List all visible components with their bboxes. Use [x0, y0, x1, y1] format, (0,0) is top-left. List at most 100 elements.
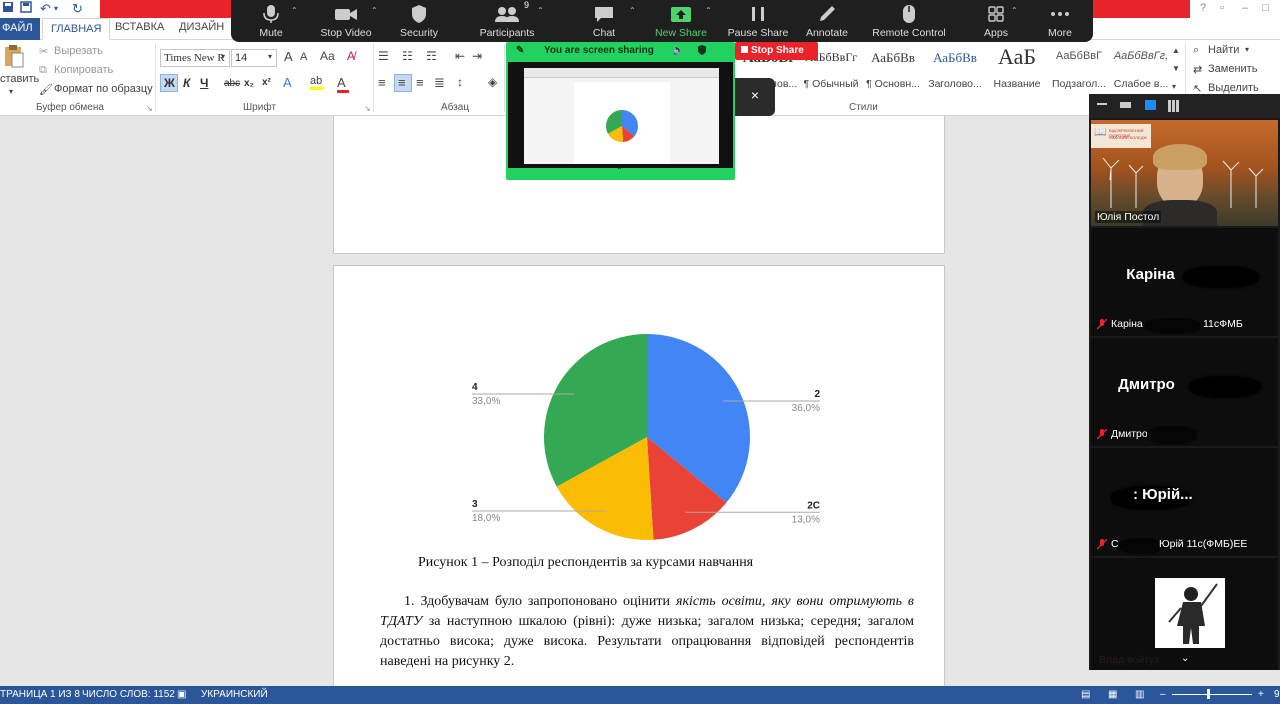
- more-styles-icon[interactable]: ▾: [1172, 82, 1176, 91]
- tab-insert[interactable]: ВСТАВКА: [115, 21, 164, 33]
- chevron-up-icon[interactable]: ⌃: [1011, 6, 1018, 15]
- tab-home[interactable]: ГЛАВНАЯ: [42, 18, 111, 40]
- save-icon[interactable]: [20, 1, 32, 16]
- chevron-up-icon[interactable]: ⌃: [371, 6, 378, 15]
- chevron-down-icon[interactable]: ▾: [221, 52, 225, 61]
- tab-design[interactable]: ДИЗАЙН: [179, 21, 224, 33]
- multilevel-list-icon[interactable]: ☶: [426, 49, 437, 63]
- chevron-down-icon[interactable]: ▾: [54, 4, 58, 13]
- numbering-icon[interactable]: ☷: [402, 49, 413, 63]
- apps-button[interactable]: ⌃ Apps: [975, 0, 1018, 42]
- underline-button[interactable]: Ч: [200, 76, 208, 90]
- copy-button[interactable]: Копировать: [54, 64, 113, 76]
- language-status[interactable]: УКРАИНСКИЙ: [201, 689, 268, 700]
- style-title[interactable]: АаБ Название: [986, 44, 1048, 92]
- format-painter-button[interactable]: Формат по образцу: [54, 83, 153, 95]
- increase-indent-icon[interactable]: ⇥: [472, 49, 482, 63]
- font-name-box[interactable]: Times New R: [160, 49, 230, 67]
- replace-button[interactable]: Заменить: [1208, 63, 1257, 75]
- minimize-icon[interactable]: –: [1242, 2, 1248, 14]
- zoom-in-icon[interactable]: +: [1258, 689, 1264, 700]
- participant-tile[interactable]: Дмитро Дмитро: [1091, 338, 1278, 446]
- zoom-slider[interactable]: [1172, 694, 1252, 695]
- participants-button[interactable]: 9 ⌃ Participants: [471, 0, 544, 42]
- strip-view-icon[interactable]: [1145, 100, 1156, 110]
- zoom-level[interactable]: 9: [1274, 689, 1280, 700]
- style-heading-1[interactable]: АаБбВв Заголово...: [924, 44, 986, 92]
- chevron-up-icon[interactable]: ⌃: [291, 6, 298, 15]
- print-layout-icon[interactable]: ▦: [1108, 689, 1117, 700]
- zoom-slider-thumb[interactable]: [1207, 689, 1210, 699]
- minimize-icon[interactable]: [1097, 103, 1107, 105]
- pin-icon[interactable]: ✎: [516, 45, 524, 56]
- zoom-out-icon[interactable]: –: [1160, 689, 1166, 700]
- subscript-button[interactable]: x₂: [244, 78, 254, 89]
- select-button[interactable]: Выделить: [1208, 82, 1259, 94]
- italic-button[interactable]: К: [183, 76, 190, 90]
- replace-icon[interactable]: ⇄: [1193, 63, 1202, 76]
- chevron-up-icon[interactable]: ⌃: [629, 6, 636, 15]
- speaker-view-icon[interactable]: [1120, 102, 1131, 108]
- speaker-icon[interactable]: 🔈: [672, 45, 684, 56]
- pause-share-button[interactable]: Pause Share: [725, 0, 791, 42]
- mute-button[interactable]: ⌃ Mute: [247, 0, 298, 42]
- paste-icon[interactable]: [3, 44, 25, 71]
- bold-button[interactable]: Ж: [164, 76, 175, 90]
- read-mode-icon[interactable]: ▤: [1081, 689, 1090, 700]
- security-button[interactable]: Security: [391, 0, 447, 42]
- chevron-down-icon[interactable]: ▼: [1172, 64, 1180, 73]
- grow-font-icon[interactable]: A: [284, 49, 293, 64]
- chevron-up-icon[interactable]: ⌃: [705, 6, 712, 15]
- more-button[interactable]: More: [1039, 0, 1081, 42]
- superscript-button[interactable]: x²: [262, 77, 271, 88]
- redo-icon[interactable]: ↻: [72, 1, 83, 17]
- align-center-icon[interactable]: ≡: [398, 75, 406, 90]
- cut-button[interactable]: Вырезать: [54, 45, 103, 57]
- close-preview-button[interactable]: ×: [735, 78, 775, 116]
- chat-button[interactable]: ⌃ Chat: [577, 0, 636, 42]
- align-left-icon[interactable]: ≡: [378, 75, 386, 90]
- shrink-font-icon[interactable]: A: [300, 51, 307, 63]
- style-subtitle[interactable]: АаБбВвГ Подзагол...: [1048, 44, 1110, 92]
- tab-file[interactable]: ФАЙЛ: [0, 18, 40, 40]
- participant-video-tile[interactable]: 📖 ВІДОКРЕМЛЕНИЙ ПІДРОЗДІЛ ФАХОВИЙ КОЛЕДЖ…: [1091, 120, 1278, 226]
- strikethrough-button[interactable]: abc: [224, 78, 240, 89]
- style-body[interactable]: АаБбВв ¶ Основн...: [862, 44, 924, 92]
- grid-view-icon[interactable]: [1168, 100, 1180, 112]
- clear-formatting-icon[interactable]: A̸: [347, 49, 355, 63]
- find-button[interactable]: Найти: [1208, 44, 1239, 56]
- justify-icon[interactable]: ≣: [434, 75, 445, 91]
- align-right-icon[interactable]: ≡: [416, 75, 424, 90]
- restore-icon[interactable]: ▫: [1220, 2, 1224, 14]
- chevron-down-icon[interactable]: ⌄: [1181, 653, 1189, 664]
- chevron-down-icon[interactable]: ▾: [1245, 45, 1249, 54]
- highlight-icon[interactable]: ab: [310, 75, 324, 90]
- word-count[interactable]: ЧИСЛО СЛОВ: 1152: [82, 689, 175, 700]
- line-spacing-icon[interactable]: ↕: [457, 75, 463, 89]
- new-share-button[interactable]: ⌃ New Share: [651, 0, 712, 42]
- paste-button[interactable]: ставить: [0, 73, 39, 85]
- bullets-icon[interactable]: ☰: [378, 49, 389, 63]
- stop-share-button[interactable]: Stop Share: [735, 42, 818, 60]
- dialog-launcher-icon[interactable]: ↘: [146, 104, 153, 113]
- chevron-down-icon[interactable]: ▾: [9, 87, 13, 96]
- change-case-icon[interactable]: Aa: [320, 49, 335, 63]
- binoculars-icon[interactable]: ⌕: [1193, 44, 1199, 57]
- web-layout-icon[interactable]: ▥: [1135, 689, 1144, 700]
- cut-icon[interactable]: ✂: [39, 45, 48, 58]
- stop-video-button[interactable]: ⌃ Stop Video: [315, 0, 377, 42]
- dialog-launcher-icon[interactable]: ↘: [364, 104, 371, 113]
- screen-share-indicator[interactable]: ✎ You are screen sharing 🔈 ⌃: [506, 42, 735, 180]
- participant-tile[interactable]: : Юрій... С Юрій 11с(ФМБ)ЕЕ: [1091, 448, 1278, 556]
- chevron-down-icon[interactable]: ▾: [268, 52, 272, 61]
- maximize-icon[interactable]: □: [1262, 2, 1269, 14]
- proofing-icon[interactable]: ▣: [177, 689, 186, 700]
- chevron-up-icon[interactable]: ▲: [1172, 46, 1180, 55]
- format-painter-icon[interactable]: 🖌: [39, 83, 53, 96]
- undo-icon[interactable]: ↶: [40, 1, 51, 17]
- remote-control-button[interactable]: Remote Control: [867, 0, 951, 42]
- help-icon[interactable]: ?: [1200, 2, 1206, 14]
- chevron-up-icon[interactable]: ⌃: [616, 166, 623, 175]
- participant-video-tile[interactable]: Влад войтух ⌄: [1091, 558, 1278, 670]
- style-subtle-emphasis[interactable]: АаБбВвГг, Слабое в...: [1110, 44, 1172, 92]
